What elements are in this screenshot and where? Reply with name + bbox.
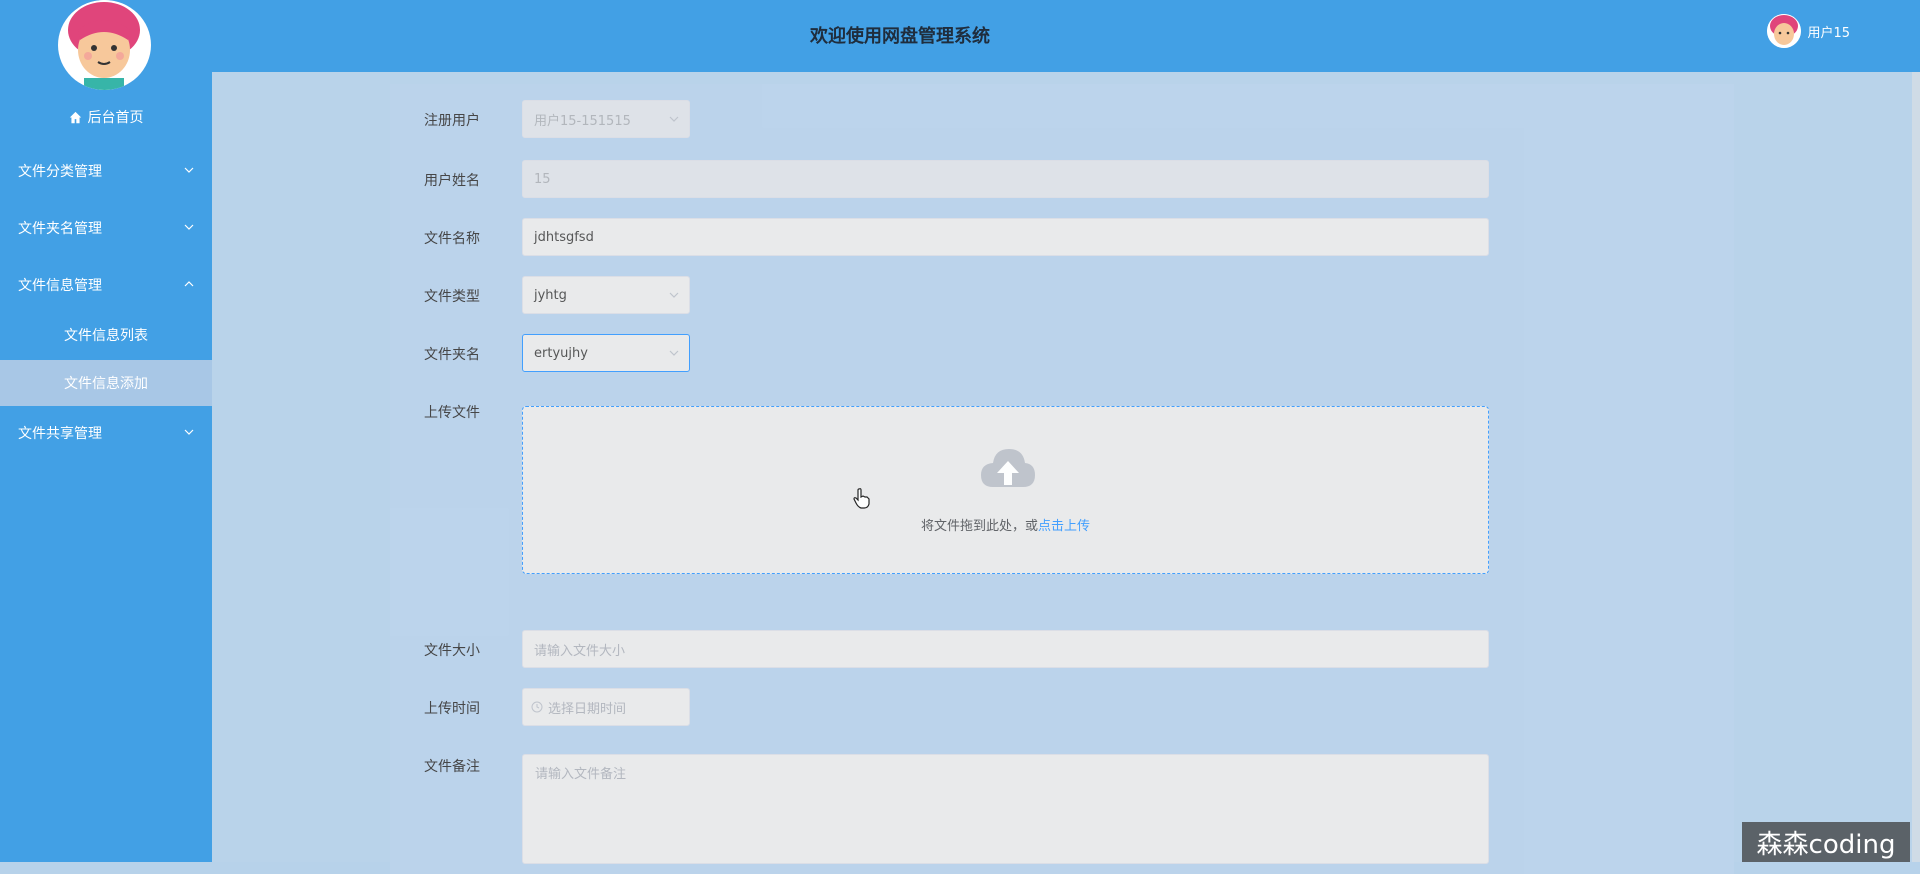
upload-hint-text: 将文件拖到此处，或	[920, 519, 1038, 534]
form-row-folder-name: 文件夹名 ertyujhy	[390, 334, 1734, 374]
page-scrollbar[interactable]	[1912, 72, 1920, 692]
user-select: 用户15-151515	[522, 100, 690, 138]
form-row-user: 注册用户 用户15-151515	[390, 100, 1734, 140]
page-title: 欢迎使用网盘管理系统	[810, 26, 990, 47]
menu-label: 文件夹名管理	[18, 221, 102, 237]
clock-icon	[531, 701, 543, 713]
menu-label: 文件信息管理	[18, 278, 102, 294]
field-label: 文件大小	[424, 643, 480, 659]
sidebar-menu-file-info[interactable]: 文件信息管理	[0, 263, 212, 307]
textarea-placeholder: 请输入文件备注	[535, 767, 627, 782]
sidebar-home[interactable]: 后台首页	[0, 104, 212, 130]
file-size-input[interactable]: 请输入文件大小	[522, 630, 1489, 668]
upload-hint: 将文件拖到此处，或点击上传	[523, 515, 1488, 534]
chevron-down-icon	[184, 224, 194, 230]
submenu-label: 文件信息添加	[64, 376, 148, 392]
folder-name-select[interactable]: ertyujhy	[522, 334, 690, 372]
user-name-input: 15	[522, 160, 1489, 198]
cloud-upload-icon	[981, 449, 1035, 487]
field-label: 用户姓名	[424, 173, 480, 189]
input-value: jdhtsgfsd	[534, 229, 594, 245]
sidebar-menu-file-share[interactable]: 文件共享管理	[0, 411, 212, 455]
chevron-up-icon	[184, 281, 194, 287]
sidebar-submenu-file-info-add[interactable]: 文件信息添加	[0, 360, 212, 406]
input-placeholder: 请输入文件大小	[534, 643, 626, 659]
sidebar: 后台首页 文件分类管理 文件夹名管理 文件信息管理 文件信息列表 文件信息添加 …	[0, 0, 212, 862]
home-icon	[69, 111, 81, 123]
input-value: 15	[534, 171, 551, 187]
upload-time-picker[interactable]: 选择日期时间	[522, 688, 690, 726]
select-value: ertyujhy	[534, 345, 588, 361]
chevron-down-icon	[669, 350, 679, 356]
submenu-label: 文件信息列表	[64, 328, 148, 344]
chevron-down-icon	[184, 167, 194, 173]
form-row-upload-time: 上传时间 选择日期时间	[390, 688, 1734, 728]
file-name-input[interactable]: jdhtsgfsd	[522, 218, 1489, 256]
field-label: 文件备注	[424, 759, 480, 775]
chevron-down-icon	[184, 429, 194, 435]
form-row-user-name: 用户姓名 15	[390, 160, 1734, 200]
form-row-file-size: 文件大小 请输入文件大小	[390, 630, 1734, 670]
field-label: 文件类型	[424, 289, 480, 305]
click-upload-link[interactable]: 点击上传	[1038, 519, 1090, 534]
main-content: 注册用户 用户15-151515 用户姓名 15 文件名称 jdhtsgfsd …	[212, 72, 1920, 874]
form-panel: 注册用户 用户15-151515 用户姓名 15 文件名称 jdhtsgfsd …	[390, 84, 1734, 874]
user-avatar	[1767, 14, 1802, 48]
menu-label: 文件共享管理	[18, 426, 102, 442]
select-value: jyhtg	[534, 287, 567, 303]
admin-avatar[interactable]	[58, 0, 151, 90]
sidebar-submenu-file-info-list[interactable]: 文件信息列表	[0, 312, 212, 358]
chevron-down-icon	[669, 116, 679, 122]
field-label: 上传时间	[424, 701, 480, 717]
field-label: 文件名称	[424, 231, 480, 247]
chevron-down-icon	[669, 292, 679, 298]
form-row-file-name: 文件名称 jdhtsgfsd	[390, 218, 1734, 258]
file-type-select[interactable]: jyhtg	[522, 276, 690, 314]
select-value: 用户15-151515	[534, 113, 631, 129]
upload-dropzone[interactable]: 将文件拖到此处，或点击上传	[522, 406, 1489, 574]
sidebar-home-label: 后台首页	[87, 110, 144, 126]
username: 用户15	[1807, 25, 1850, 41]
top-header: 欢迎使用网盘管理系统 用户15	[212, 0, 1920, 72]
sidebar-menu-folder-name[interactable]: 文件夹名管理	[0, 206, 212, 250]
remark-textarea[interactable]: 请输入文件备注	[522, 754, 1489, 864]
field-label: 文件夹名	[424, 347, 480, 363]
form-row-file-type: 文件类型 jyhtg	[390, 276, 1734, 316]
scrollbar-track	[1912, 690, 1920, 862]
user-menu[interactable]: 用户15	[1767, 14, 1850, 48]
field-label: 上传文件	[424, 405, 480, 421]
watermark: 森森coding	[1742, 822, 1910, 862]
field-label: 注册用户	[424, 113, 480, 129]
menu-label: 文件分类管理	[18, 164, 102, 180]
input-placeholder: 选择日期时间	[548, 701, 627, 717]
sidebar-menu-file-category[interactable]: 文件分类管理	[0, 149, 212, 193]
hand-cursor-icon	[853, 488, 870, 509]
